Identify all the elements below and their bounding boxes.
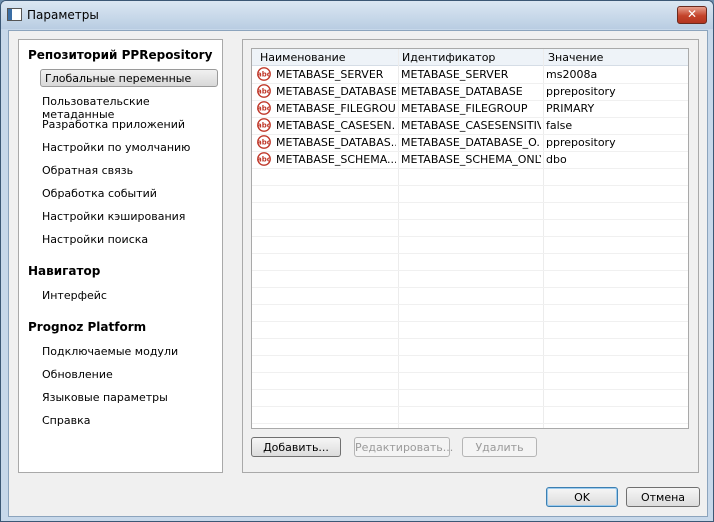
cell-value: dbo bbox=[546, 153, 567, 166]
abc-icon-text: abc bbox=[257, 122, 271, 130]
cell-id: METABASE_SCHEMA_ONLY bbox=[401, 153, 541, 166]
empty-table-row bbox=[252, 270, 688, 288]
section-prognoz-platform: Prognoz Platform bbox=[28, 320, 147, 334]
empty-table-row bbox=[252, 287, 688, 305]
nav-feedback[interactable]: Обратная связь bbox=[42, 164, 133, 177]
cell-name: METABASE_DATABAS... bbox=[276, 136, 396, 149]
section-navigator: Навигатор bbox=[28, 264, 101, 278]
cell-id: METABASE_DATABASE bbox=[401, 85, 523, 98]
ok-button[interactable]: OK bbox=[546, 487, 618, 507]
dialog-body: Репозиторий PPRepository Глобальные пере… bbox=[8, 30, 708, 517]
title-bar[interactable]: Параметры ✕ bbox=[1, 1, 713, 29]
abc-text-icon: abc bbox=[257, 84, 271, 98]
table-row[interactable]: abc METABASE_SERVER METABASE_SERVER ms2008a bbox=[252, 66, 688, 84]
edit-button[interactable]: Редактировать... bbox=[354, 437, 453, 457]
variables-panel: Наименование Идентификатор Значение abc M… bbox=[242, 39, 699, 473]
cell-name: METABASE_SCHEMA... bbox=[276, 153, 396, 166]
empty-table-row bbox=[252, 236, 688, 254]
nav-global-variables[interactable]: Глобальные переменные bbox=[40, 69, 218, 87]
nav-default-settings[interactable]: Настройки по умолчанию bbox=[42, 141, 190, 154]
empty-table-row bbox=[252, 355, 688, 373]
empty-table-row bbox=[252, 253, 688, 271]
empty-table-row bbox=[252, 338, 688, 356]
nav-interface[interactable]: Интерфейс bbox=[42, 289, 107, 302]
cell-value: PRIMARY bbox=[546, 102, 595, 115]
column-header-name[interactable]: Наименование bbox=[260, 51, 345, 64]
settings-nav: Репозиторий PPRepository Глобальные пере… bbox=[18, 39, 223, 473]
column-header-id[interactable]: Идентификатор bbox=[402, 51, 495, 64]
empty-table-row bbox=[252, 304, 688, 322]
window-icon bbox=[7, 8, 22, 21]
cell-name: METABASE_SERVER bbox=[276, 68, 384, 81]
abc-icon-text: abc bbox=[257, 156, 271, 164]
close-button[interactable]: ✕ bbox=[677, 6, 707, 24]
abc-text-icon: abc bbox=[257, 118, 271, 132]
nav-language[interactable]: Языковые параметры bbox=[42, 391, 168, 404]
abc-text-icon: abc bbox=[257, 101, 271, 115]
abc-icon-text: abc bbox=[257, 88, 271, 96]
abc-icon-text: abc bbox=[257, 71, 271, 79]
cell-value: pprepository bbox=[546, 136, 616, 149]
abc-icon-text: abc bbox=[257, 105, 271, 113]
settings-dialog: Параметры ✕ Репозиторий PPRepository Гло… bbox=[0, 0, 714, 522]
nav-search-settings[interactable]: Настройки поиска bbox=[42, 233, 148, 246]
table-header: Наименование Идентификатор Значение bbox=[252, 49, 688, 66]
cell-id: METABASE_CASESENSITIVE bbox=[401, 119, 541, 132]
table-row[interactable]: abc METABASE_FILEGROUP METABASE_FILEGROUP P… bbox=[252, 100, 688, 118]
cell-id: METABASE_FILEGROUP bbox=[401, 102, 528, 115]
empty-table-row bbox=[252, 389, 688, 407]
cell-id: METABASE_SERVER bbox=[401, 68, 509, 81]
window-title: Параметры bbox=[27, 8, 99, 22]
cancel-button[interactable]: Отмена bbox=[626, 487, 700, 507]
cell-value: pprepository bbox=[546, 85, 616, 98]
cell-value: false bbox=[546, 119, 573, 132]
delete-button[interactable]: Удалить bbox=[462, 437, 537, 457]
variables-table[interactable]: Наименование Идентификатор Значение abc M… bbox=[251, 48, 689, 429]
cell-name: METABASE_DATABASE bbox=[276, 85, 396, 98]
empty-table-row bbox=[252, 185, 688, 203]
nav-help[interactable]: Справка bbox=[42, 414, 90, 427]
nav-plugins[interactable]: Подключаемые модули bbox=[42, 345, 178, 358]
nav-event-handling[interactable]: Обработка событий bbox=[42, 187, 157, 200]
table-row[interactable]: abc METABASE_SCHEMA... METABASE_SCHEMA_ONL… bbox=[252, 151, 688, 169]
empty-table-row bbox=[252, 202, 688, 220]
abc-icon-text: abc bbox=[257, 139, 271, 147]
table-row[interactable]: abc METABASE_DATABAS... METABASE_DATABASE_… bbox=[252, 134, 688, 152]
close-icon: ✕ bbox=[686, 7, 698, 21]
nav-update[interactable]: Обновление bbox=[42, 368, 113, 381]
column-header-value[interactable]: Значение bbox=[548, 51, 603, 64]
table-row[interactable]: abc METABASE_DATABASE METABASE_DATABASE ppr… bbox=[252, 83, 688, 101]
empty-table-row bbox=[252, 219, 688, 237]
table-row[interactable]: abc METABASE_CASESEN... METABASE_CASESENSI… bbox=[252, 117, 688, 135]
empty-table-row bbox=[252, 321, 688, 339]
add-button[interactable]: Добавить... bbox=[251, 437, 341, 457]
abc-text-icon: abc bbox=[257, 67, 271, 81]
empty-table-row bbox=[252, 168, 688, 186]
cell-name: METABASE_FILEGROUP bbox=[276, 102, 396, 115]
abc-text-icon: abc bbox=[257, 152, 271, 166]
abc-text-icon: abc bbox=[257, 135, 271, 149]
cell-name: METABASE_CASESEN... bbox=[276, 119, 396, 132]
cell-value: ms2008a bbox=[546, 68, 598, 81]
empty-table-row bbox=[252, 406, 688, 424]
nav-app-development[interactable]: Разработка приложений bbox=[42, 118, 185, 131]
cell-id: METABASE_DATABASE_O... bbox=[401, 136, 541, 149]
nav-cache-settings[interactable]: Настройки кэширования bbox=[42, 210, 185, 223]
empty-table-row bbox=[252, 372, 688, 390]
section-pprepository: Репозиторий PPRepository bbox=[28, 48, 213, 62]
